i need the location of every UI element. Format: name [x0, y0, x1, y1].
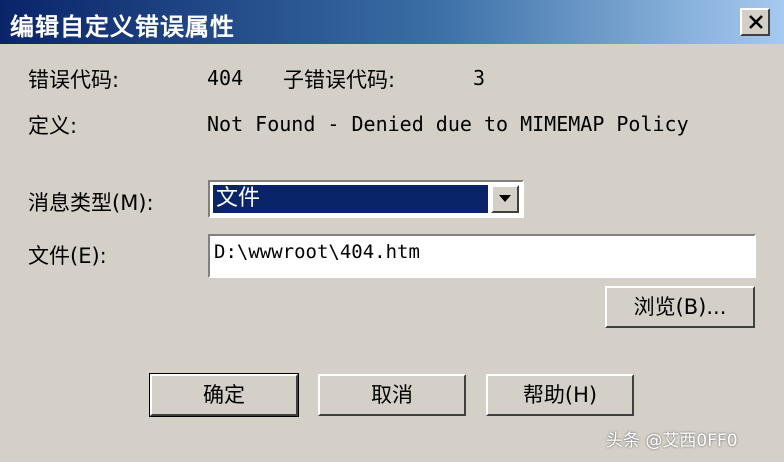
close-button[interactable]	[740, 8, 770, 36]
dropdown-arrow-button[interactable]	[491, 185, 519, 213]
cancel-button[interactable]: 取消	[318, 374, 466, 416]
title-bar: 编辑自定义错误属性	[0, 0, 784, 44]
definition-value: Not Found - Denied due to MIMEMAP Policy	[207, 112, 689, 136]
error-code-label: 错误代码:	[28, 68, 120, 92]
file-label: 文件(E):	[28, 244, 107, 268]
message-type-label: 消息类型(M):	[28, 191, 154, 215]
browse-button-label: 浏览(B)...	[633, 295, 727, 319]
ok-button-label: 确定	[203, 383, 245, 407]
definition-label: 定义:	[28, 114, 78, 138]
watermark: 头条 @艾西0FF0	[606, 431, 738, 451]
message-type-select[interactable]: 文件	[208, 180, 524, 218]
help-button[interactable]: 帮助(H)	[486, 374, 634, 416]
dialog-title: 编辑自定义错误属性	[10, 13, 235, 41]
file-path-input[interactable]: D:\wwwroot\404.htm	[208, 234, 756, 278]
file-path-value: D:\wwwroot\404.htm	[214, 241, 420, 263]
sub-error-code-label: 子错误代码:	[283, 68, 396, 92]
message-type-selected-value: 文件	[213, 185, 488, 213]
ok-button[interactable]: 确定	[149, 373, 299, 417]
cancel-button-label: 取消	[371, 383, 413, 407]
error-code-value: 404	[207, 66, 244, 90]
browse-button[interactable]: 浏览(B)...	[605, 286, 755, 328]
close-icon	[749, 15, 763, 29]
chevron-down-icon	[499, 195, 511, 202]
sub-error-code-value: 3	[473, 66, 486, 90]
help-button-label: 帮助(H)	[522, 383, 598, 407]
